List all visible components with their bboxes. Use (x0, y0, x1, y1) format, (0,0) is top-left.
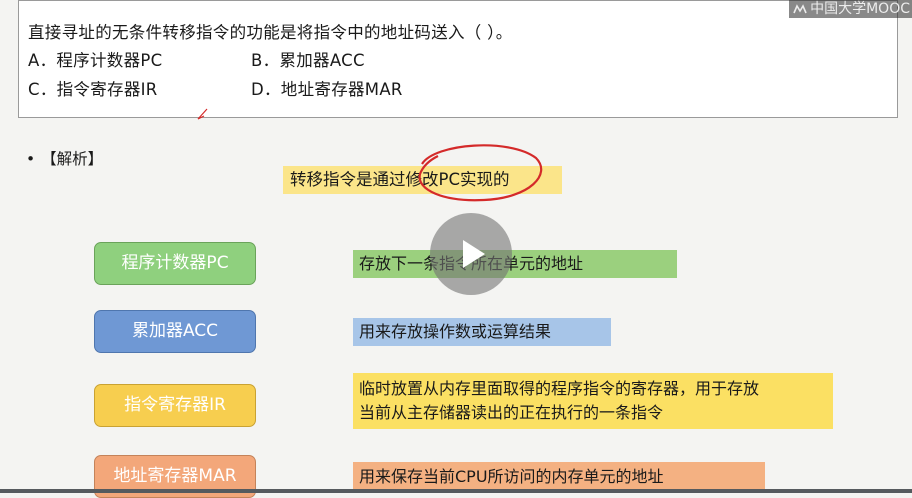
option-c: C．指令寄存器IR (28, 80, 158, 99)
option-b: B．累加器ACC (251, 51, 365, 70)
mooc-watermark: 中国大学MOOC (789, 0, 912, 18)
register-ir-description-line1: 临时放置从内存里面取得的程序指令的寄存器，用于存放 (359, 379, 760, 398)
question-text: 直接寻址的无条件转移指令的功能是将指令中的地址码送入（ ）。 (28, 23, 513, 42)
option-d: D．地址寄存器MAR (251, 80, 403, 99)
register-ir-box: 指令寄存器IR (94, 384, 256, 427)
register-pc-description: 存放下一条指令所在单元的地址 (353, 250, 677, 278)
register-acc-box: 累加器ACC (94, 310, 256, 353)
watermark-text: 中国大学MOOC (810, 1, 910, 17)
video-progress-bar[interactable] (0, 489, 912, 493)
register-ir-description-line2: 当前从主存储器读出的正在执行的一条指令 (359, 403, 664, 422)
bullet-dot: • (26, 150, 36, 168)
question-box: 直接寻址的无条件转移指令的功能是将指令中的地址码送入（ ）。 A．程序计数器PC… (18, 0, 898, 118)
analysis-label-text: 【解析】 (41, 150, 104, 168)
play-button[interactable] (430, 213, 512, 295)
register-ir-description: 临时放置从内存里面取得的程序指令的寄存器，用于存放 当前从主存储器读出的正在执行… (353, 373, 833, 429)
mooc-logo-icon (793, 4, 807, 14)
play-icon (463, 240, 485, 268)
annotation-tick-mark (197, 108, 208, 120)
register-acc-description: 用来存放操作数或运算结果 (353, 318, 611, 346)
red-circle-annotation (418, 144, 543, 202)
analysis-label: • 【解析】 (26, 147, 103, 169)
option-a: A．程序计数器PC (28, 51, 163, 70)
register-pc-box: 程序计数器PC (94, 242, 256, 285)
